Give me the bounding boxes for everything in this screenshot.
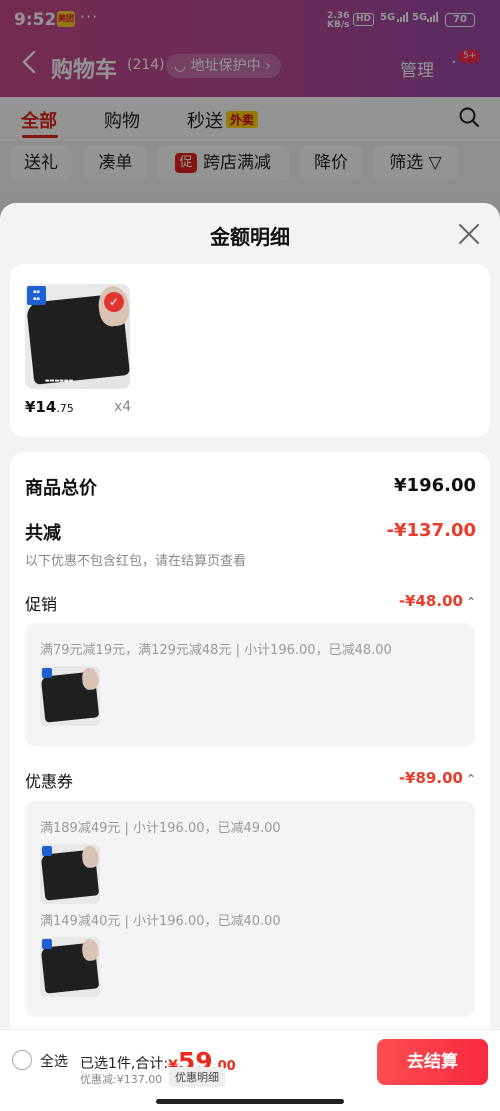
promotion-product-thumbnail	[40, 666, 100, 726]
discount-summary: 优惠减:¥137.00	[80, 1073, 163, 1086]
home-indicator[interactable]	[156, 1099, 344, 1104]
coupon-value[interactable]: -¥89.00 ⌃	[399, 769, 476, 787]
reduction-label: 共减	[25, 523, 61, 544]
coupon-product-thumbnail-2	[40, 937, 100, 997]
promotion-detail-box: 满79元减19元，满129元减48元 | 小计196.00，已减48.00	[25, 623, 475, 746]
discount-detail-button[interactable]: 优惠明细	[169, 1067, 225, 1087]
breakdown-card: 商品总价 ¥196.00 共减 -¥137.00 以下优惠不包含红包，请在结算页…	[10, 452, 490, 1111]
amount-detail-sheet: 金额明细 ▪▪ ▪▪ ✓ ▬▬▬▬▬▬ ¥14.75 x4 商品总价 ¥196.0…	[0, 203, 500, 1111]
brand-logo	[42, 846, 52, 856]
promotion-detail-line: 满79元减19元，满129元减48元 | 小计196.00，已减48.00	[40, 643, 392, 658]
promotion-value[interactable]: -¥48.00 ⌃	[399, 592, 476, 610]
brand-logo	[42, 668, 52, 678]
total-price-label: 商品总价	[25, 478, 97, 499]
promotion-label: 促销	[25, 595, 58, 614]
image-caption: ▬▬▬▬▬▬	[45, 378, 74, 384]
product-image[interactable]: ▪▪ ▪▪ ✓ ▬▬▬▬▬▬	[25, 284, 130, 389]
reduction-hint: 以下优惠不包含红包，请在结算页查看	[25, 554, 247, 569]
coupon-product-thumbnail-1	[40, 844, 100, 904]
coupon-detail-box: 满189减49元 | 小计196.00，已减49.00 满149减40元 | 小…	[25, 801, 475, 1017]
select-all-radio[interactable]	[12, 1050, 32, 1070]
reduction-value: -¥137.00	[386, 520, 476, 541]
coupon-label: 优惠券	[25, 772, 74, 791]
selected-check-icon: ✓	[104, 292, 124, 312]
brand-logo	[42, 939, 52, 949]
close-icon[interactable]	[456, 221, 482, 247]
select-all-label[interactable]: 全选	[40, 1051, 68, 1071]
product-price: ¥14.75	[25, 398, 74, 416]
chevron-up-icon: ⌃	[465, 595, 476, 609]
checkout-bar: 全选 已选1件,合计:¥59.00 优惠减:¥137.00 优惠明细 去结算	[0, 1029, 500, 1111]
coupon-detail-line-2: 满149减40元 | 小计196.00，已减40.00	[40, 914, 281, 929]
brand-logo: ▪▪ ▪▪	[27, 286, 46, 305]
sheet-title: 金额明细	[210, 225, 290, 249]
checkout-button[interactable]: 去结算	[377, 1039, 488, 1085]
total-price-value: ¥196.00	[394, 475, 476, 496]
product-quantity: x4	[114, 399, 132, 415]
chevron-up-icon: ⌃	[465, 772, 476, 786]
product-card: ▪▪ ▪▪ ✓ ▬▬▬▬▬▬ ¥14.75 x4	[10, 264, 490, 437]
coupon-detail-line-1: 满189减49元 | 小计196.00，已减49.00	[40, 821, 281, 836]
